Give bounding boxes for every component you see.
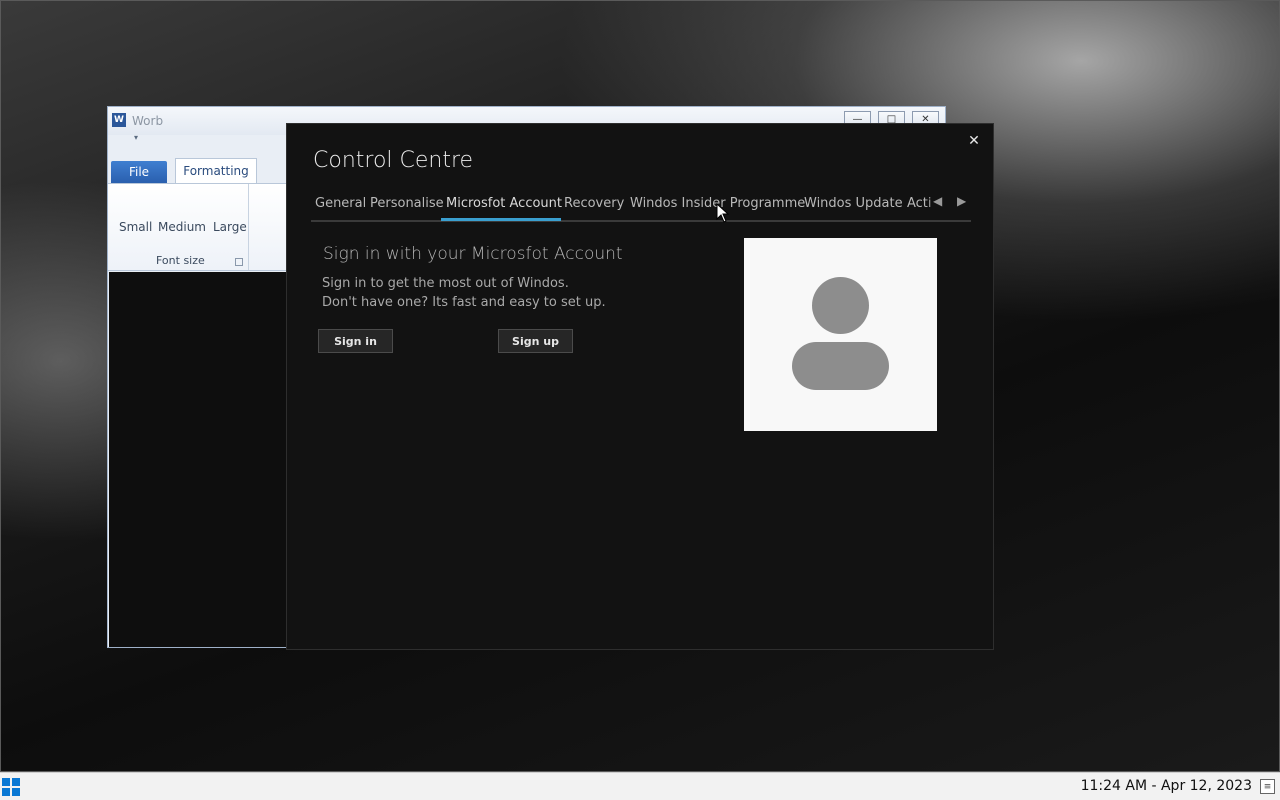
control-centre-window: ✕ Control Centre General Personalise Mic… (286, 123, 994, 650)
tab-formatting[interactable]: Formatting (175, 158, 257, 183)
font-size-small-button[interactable]: Small (119, 220, 152, 234)
avatar (744, 238, 937, 431)
word-logo-icon: W (112, 113, 126, 127)
mouse-cursor-icon (716, 203, 730, 223)
sign-in-button[interactable]: Sign in (318, 329, 393, 353)
control-centre-close-button[interactable]: ✕ (965, 132, 983, 150)
quick-access-dropdown-icon[interactable]: ▾ (134, 133, 138, 142)
font-size-large-button[interactable]: Large (213, 220, 247, 234)
taskbar-clock[interactable]: 11:24 AM - Apr 12, 2023 (1081, 778, 1252, 794)
word-window-title: Worb (132, 114, 164, 128)
tab-scroll-left-icon[interactable]: ◀ (933, 194, 942, 208)
user-icon-head (812, 277, 869, 334)
user-icon-body (792, 342, 889, 390)
tab-general[interactable]: General (315, 196, 366, 211)
tab-microsoft-account[interactable]: Microsfot Account (446, 196, 562, 211)
font-size-medium-button[interactable]: Medium (158, 220, 206, 234)
signup-description: Don't have one? Its fast and easy to set… (322, 295, 606, 310)
taskbar: 11:24 AM - Apr 12, 2023 ≡ (0, 772, 1280, 800)
signin-description: Sign in to get the most out of Windos. (322, 276, 569, 291)
sign-up-button[interactable]: Sign up (498, 329, 573, 353)
tab-scroll-right-icon[interactable]: ▶ (957, 194, 966, 208)
control-centre-tabs: General Personalise Microsfot Account Re… (311, 194, 971, 222)
tab-personalise[interactable]: Personalise (370, 196, 444, 211)
ribbon-divider (248, 184, 249, 270)
dialog-launcher-icon[interactable] (235, 258, 243, 266)
start-windows-icon[interactable] (2, 778, 20, 796)
close-icon: ✕ (968, 133, 980, 149)
signin-heading: Sign in with your Microsfot Account (323, 244, 623, 264)
tab-windows-update[interactable]: Windos Update (804, 196, 903, 211)
tab-file[interactable]: File (111, 161, 167, 183)
notification-icon[interactable]: ≡ (1260, 779, 1275, 794)
active-tab-indicator (441, 218, 561, 221)
document-area[interactable] (109, 272, 287, 647)
tab-recovery[interactable]: Recovery (564, 196, 624, 211)
ribbon-group-label: Font size (156, 254, 205, 267)
page-title: Control Centre (313, 148, 474, 173)
